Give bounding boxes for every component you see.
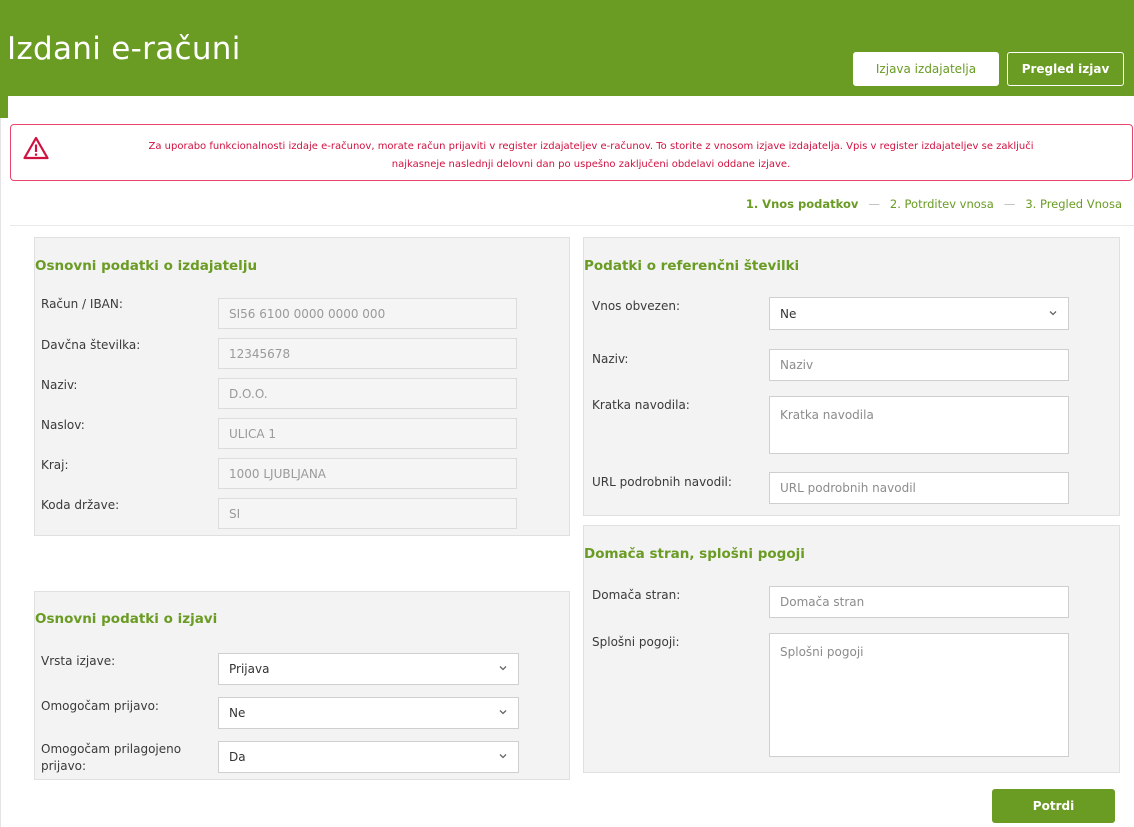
issuer-section-title: Osnovni podatki o izdajatelju (35, 258, 258, 274)
required-input-value: Ne (780, 306, 797, 321)
country-code-field: SI (218, 498, 517, 529)
step-separator: — (1003, 197, 1016, 211)
country-code-label: Koda države: (41, 498, 120, 512)
iban-field: SI56 6100 0000 0000 000 (218, 298, 517, 329)
reference-section-title: Podatki o referenčni številki (584, 258, 800, 274)
step-separator: — (868, 197, 880, 211)
chevron-down-icon (499, 754, 507, 759)
alert-line-1: Za uporabo funkcionalnosti izdaje e-raču… (148, 141, 1034, 152)
name-label: Naziv: (41, 378, 78, 392)
wizard-steps: 1. Vnos podatkov — 2. Potrditev vnosa — … (746, 197, 1122, 211)
short-instructions-textarea[interactable]: Kratka navodila (769, 396, 1069, 454)
required-input-select[interactable]: Ne (769, 297, 1069, 330)
city-field: 1000 LJUBLJANA (218, 458, 517, 489)
statement-section-title: Osnovni podatki o izjavi (35, 611, 218, 627)
statement-type-value: Prijava (229, 662, 270, 676)
alert-message: Za uporabo funkcionalnosti izdaje e-raču… (61, 138, 1121, 174)
address-field: ULICA 1 (218, 418, 517, 449)
custom-registration-value: Da (229, 750, 246, 764)
review-statements-button[interactable]: Pregled izjav (1007, 52, 1124, 86)
issuer-statement-button[interactable]: Izjava izdajatelja (853, 52, 999, 86)
step-2-confirm: 2. Potrditev vnosa (889, 197, 994, 211)
warning-icon (23, 136, 49, 160)
short-instructions-label: Kratka navodila: (592, 398, 690, 412)
enable-registration-value: Ne (229, 706, 246, 720)
confirm-button[interactable]: Potrdi (992, 789, 1115, 823)
reference-name-label: Naziv: (592, 352, 629, 366)
enable-registration-label: Omogočam prijavo: (41, 699, 159, 713)
name-field: D.O.O. (218, 378, 517, 409)
city-label: Kraj: (41, 458, 69, 472)
custom-registration-select[interactable]: Da (218, 741, 519, 773)
steps-divider (10, 225, 1134, 226)
chevron-down-icon (499, 710, 507, 715)
terms-label: Splošni pogoji: (592, 635, 680, 649)
custom-registration-label: Omogočam prilagojeno prijavo: (41, 742, 182, 773)
statement-type-select[interactable]: Prijava (218, 653, 519, 685)
statement-type-label: Vrsta izjave: (41, 654, 116, 668)
tax-number-field: 12345678 (218, 338, 517, 369)
alert-line-2: najkasneje naslednji delovni dan po uspe… (391, 159, 791, 170)
header-accent-strip (0, 96, 8, 118)
reference-name-input[interactable]: Naziv (769, 349, 1069, 381)
left-divider (0, 118, 1, 827)
required-input-label: Vnos obvezen: (592, 299, 680, 313)
detailed-url-input[interactable]: URL podrobnih navodil (769, 472, 1069, 504)
detailed-url-label: URL podrobnih navodil: (592, 475, 732, 489)
registration-alert: Za uporabo funkcionalnosti izdaje e-raču… (10, 124, 1133, 181)
address-label: Naslov: (41, 418, 85, 432)
step-1-data-entry: 1. Vnos podatkov (745, 197, 859, 211)
step-3-review: 3. Pregled Vnosa (1025, 197, 1122, 211)
chevron-down-icon (499, 666, 507, 671)
homepage-input[interactable]: Domača stran (769, 586, 1069, 618)
homepage-section-title: Domača stran, splošni pogoji (584, 546, 805, 562)
page-title: Izdani e-računi (7, 31, 241, 67)
enable-registration-select[interactable]: Ne (218, 697, 519, 729)
iban-label: Račun / IBAN: (41, 297, 123, 311)
tax-number-label: Davčna številka: (41, 338, 141, 352)
chevron-down-icon (1049, 310, 1057, 315)
terms-textarea[interactable]: Splošni pogoji (769, 633, 1069, 757)
homepage-label: Domača stran: (592, 588, 681, 602)
